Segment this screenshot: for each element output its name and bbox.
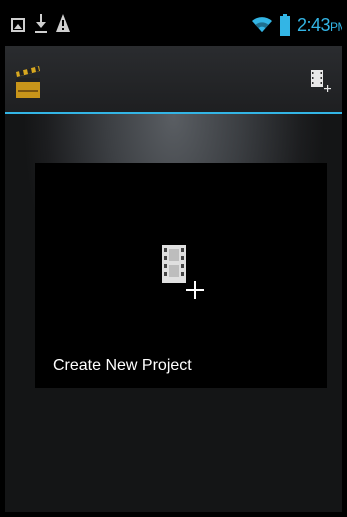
battery-icon <box>280 14 290 36</box>
action-bar-divider <box>5 112 342 114</box>
create-new-project-label: Create New Project <box>53 357 192 374</box>
create-new-project-card[interactable]: Create New Project <box>35 163 327 388</box>
action-bar <box>5 46 342 112</box>
film-add-icon <box>162 245 204 299</box>
app-screen: 2:43PM Create Ne <box>5 5 342 512</box>
wifi-icon <box>252 17 272 32</box>
clapperboard-icon[interactable] <box>14 62 42 100</box>
status-clock: 2:43PM <box>297 15 342 35</box>
status-bar: 2:43PM <box>5 5 342 46</box>
new-project-button[interactable] <box>309 68 333 94</box>
gallery-icon <box>11 18 25 32</box>
warning-icon <box>56 14 70 32</box>
download-icon <box>35 14 47 33</box>
